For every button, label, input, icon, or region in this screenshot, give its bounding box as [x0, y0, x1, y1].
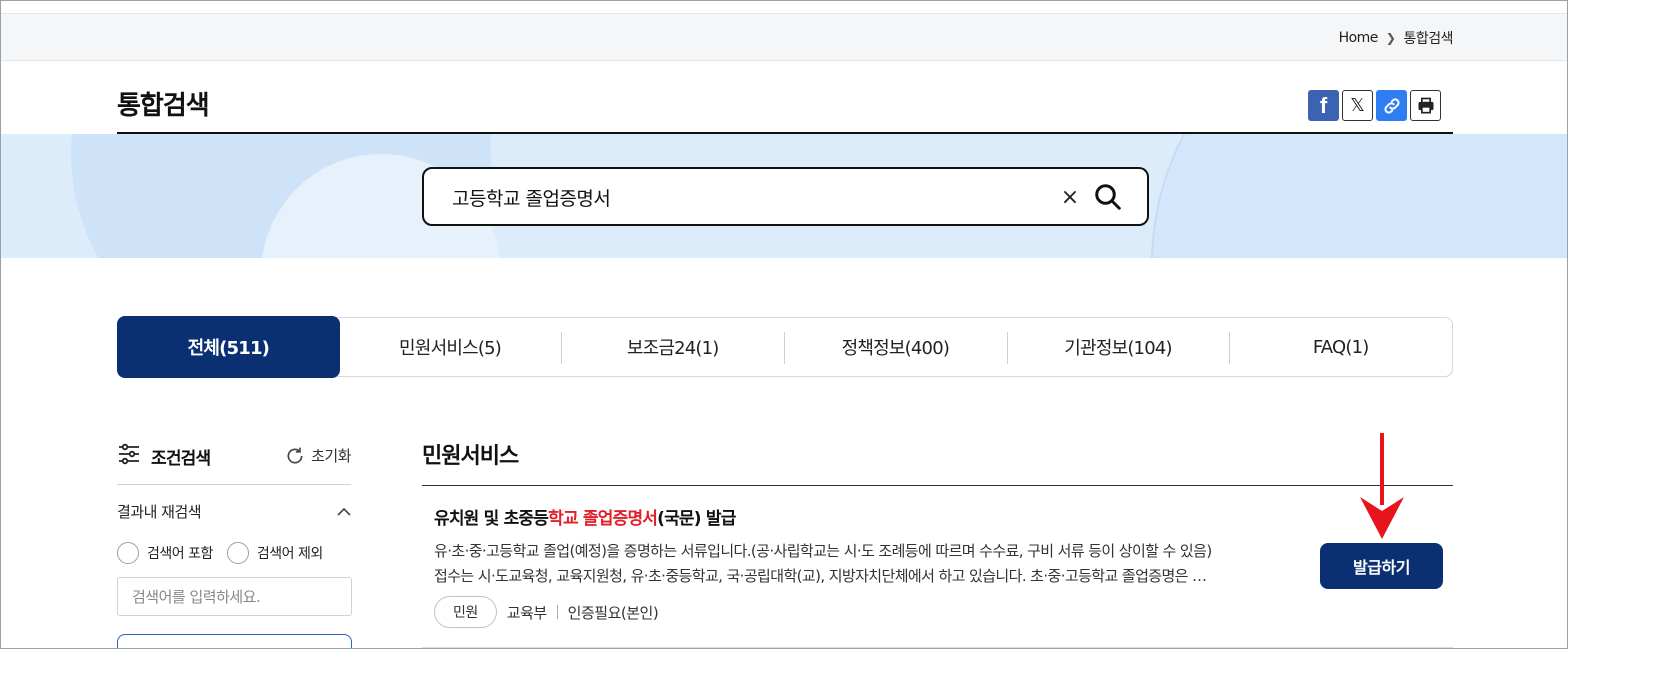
breadcrumb: Home ❯ 통합검색	[1339, 28, 1454, 48]
auth-requirement: 인증필요(본인)	[567, 603, 659, 622]
browser-frame: Home ❯ 통합검색 통합검색 f 𝕏 ×	[0, 0, 1568, 649]
result-desc-line: 유·초·중·고등학교 졸업(예정)을 증명하는 서류입니다.(공·사립학교는 시…	[434, 542, 1212, 560]
result-title-text: 유치원 및 초중등	[434, 509, 549, 529]
include-keyword-radio[interactable]: 검색어 포함	[117, 542, 213, 564]
next-filter-box[interactable]	[117, 634, 352, 648]
facebook-share-icon[interactable]: f	[1308, 90, 1339, 121]
result-meta: 민원 교육부 인증필요(본인)	[434, 596, 659, 628]
tab-civil-service[interactable]: 민원서비스(5)	[339, 318, 562, 376]
result-desc-line: 접수는 시·도교육청, 교육지원청, 유·초·중등학교, 국·공립대학(교), …	[434, 567, 1207, 585]
result-title-text: (국문) 발급	[657, 509, 736, 529]
refresh-icon	[287, 447, 303, 464]
clear-search-icon[interactable]: ×	[1058, 183, 1082, 211]
filter-header: 조건검색 초기화	[117, 443, 351, 469]
radio-circle	[117, 542, 139, 564]
banner-decoration	[1151, 134, 1567, 258]
tab-agency-info[interactable]: 기관정보(104)	[1006, 318, 1230, 376]
section-title: 민원서비스	[422, 444, 519, 469]
issue-button[interactable]: 발급하기	[1320, 543, 1443, 589]
result-category-tabs: 전체(511) 민원서비스(5) 보조금24(1) 정책정보(400) 기관정보…	[117, 316, 1453, 378]
category-tag: 민원	[434, 596, 497, 628]
reset-button[interactable]: 초기화	[285, 445, 351, 466]
title-divider	[117, 132, 1453, 134]
annotation-arrow-icon	[1360, 433, 1404, 539]
filter-title: 조건검색	[151, 448, 211, 469]
chevron-right-icon: ❯	[1385, 31, 1396, 45]
search-input[interactable]	[452, 179, 1012, 215]
search-box: ×	[422, 167, 1149, 226]
result-description: 유·초·중·고등학교 졸업(예정)을 증명하는 서류입니다.(공·사립학교는 시…	[434, 539, 1299, 589]
x-share-icon[interactable]: 𝕏	[1342, 90, 1373, 121]
sliders-icon	[117, 442, 141, 470]
filter-divider	[117, 484, 351, 485]
share-toolbar: f 𝕏	[1308, 90, 1441, 121]
page-title: 통합검색	[117, 91, 210, 121]
reset-label: 초기화	[311, 447, 351, 465]
tab-subsidy24[interactable]: 보조금24(1)	[561, 318, 784, 376]
breadcrumb-current[interactable]: 통합검색	[1403, 28, 1453, 48]
result-title-highlight: 학교 졸업증명서	[548, 509, 658, 529]
top-utility-bar: Home ❯ 통합검색	[1, 13, 1567, 61]
tab-all[interactable]: 전체(511)	[117, 316, 340, 378]
refine-title: 결과내 재검색	[117, 503, 202, 521]
tab-policy-info[interactable]: 정책정보(400)	[784, 318, 1007, 376]
agency-name: 교육부	[506, 603, 547, 622]
meta-separator	[556, 605, 558, 619]
link-copy-icon[interactable]	[1376, 90, 1407, 121]
refine-search-toggle[interactable]: 결과내 재검색	[117, 501, 351, 522]
chevron-up-icon	[337, 503, 351, 521]
exclude-keyword-radio[interactable]: 검색어 제외	[226, 542, 323, 564]
include-keyword-label: 검색어 포함	[147, 546, 213, 562]
refine-search-input[interactable]	[117, 577, 352, 616]
print-icon[interactable]	[1410, 90, 1441, 121]
result-title-link[interactable]: 유치원 및 초중등학교 졸업증명서(국문) 발급	[434, 504, 736, 529]
refine-mode-options: 검색어 포함 검색어 제외	[117, 542, 323, 564]
result-divider	[422, 647, 1453, 648]
exclude-keyword-label: 검색어 제외	[256, 546, 323, 562]
radio-circle	[226, 542, 249, 564]
tab-faq[interactable]: FAQ(1)	[1229, 318, 1452, 376]
section-divider	[422, 485, 1453, 486]
search-icon[interactable]	[1090, 179, 1126, 215]
breadcrumb-home[interactable]: Home	[1339, 30, 1379, 46]
